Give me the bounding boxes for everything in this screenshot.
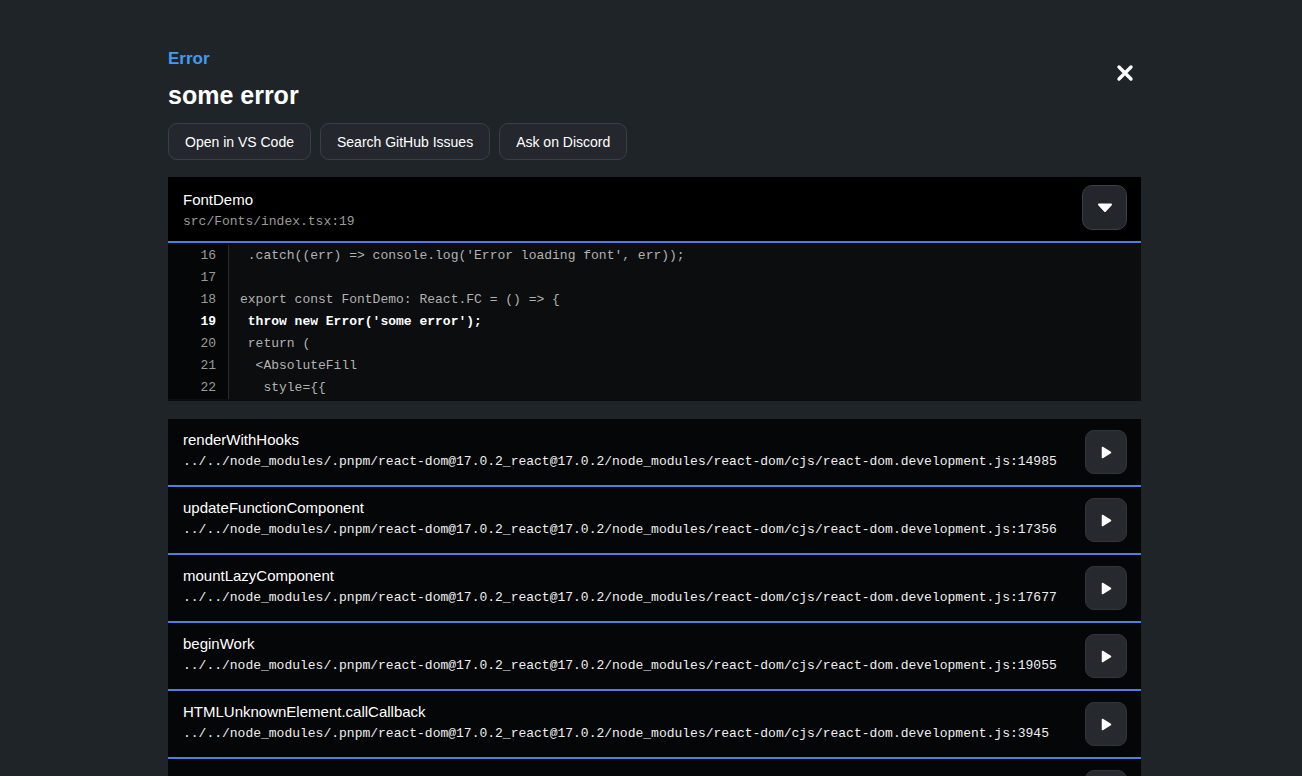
play-icon (1101, 446, 1112, 459)
stack-trace-list: renderWithHooks ../../node_modules/.pnpm… (168, 419, 1141, 776)
stack-frame: renderWithHooks ../../node_modules/.pnpm… (168, 419, 1141, 487)
line-code: export const FontDemo: React.FC = () => … (229, 289, 560, 311)
stack-frame-name: beginWork (183, 636, 1126, 652)
stack-frame (168, 759, 1141, 776)
line-number: 22 (168, 377, 229, 399)
chevron-down-icon (1097, 203, 1113, 212)
stack-frame: updateFunctionComponent ../../node_modul… (168, 487, 1141, 555)
open-in-vs-code-button[interactable]: Open in VS Code (168, 123, 311, 160)
stack-frame-name: mountLazyComponent (183, 568, 1126, 584)
collapse-frame-button[interactable] (1082, 185, 1127, 230)
stack-frame-name: HTMLUnknownElement.callCallback (183, 704, 1126, 720)
stack-frame: beginWork ../../node_modules/.pnpm/react… (168, 623, 1141, 691)
line-code: style={{ (229, 377, 326, 399)
line-number: 18 (168, 289, 229, 311)
line-code: throw new Error('some error'); (229, 311, 482, 333)
code-line: 20 return ( (168, 333, 1141, 355)
code-line: 22 style={{ (168, 377, 1141, 399)
ask-on-discord-button[interactable]: Ask on Discord (499, 123, 627, 160)
line-code: .catch((err) => console.log('Error loadi… (229, 245, 685, 267)
open-frame-button[interactable] (1085, 634, 1127, 678)
stack-frame-name: renderWithHooks (183, 432, 1126, 448)
action-buttons-row: Open in VS Code Search GitHub Issues Ask… (168, 123, 1141, 160)
play-icon (1101, 514, 1112, 527)
open-frame-button[interactable] (1085, 430, 1127, 474)
open-frame-button[interactable] (1085, 498, 1127, 542)
code-line: 16 .catch((err) => console.log('Error lo… (168, 245, 1141, 267)
stack-frame-path: ../../node_modules/.pnpm/react-dom@17.0.… (183, 658, 1126, 673)
line-code (229, 267, 240, 289)
line-number: 19 (168, 311, 229, 333)
code-frame-header: FontDemo src/Fonts/index.tsx:19 (168, 177, 1141, 241)
stack-frame-name: updateFunctionComponent (183, 500, 1126, 516)
code-line: 19 throw new Error('some error'); (168, 311, 1141, 333)
line-number: 16 (168, 245, 229, 267)
open-frame-button[interactable] (1085, 702, 1127, 746)
function-name: FontDemo (183, 192, 1126, 208)
stack-frame-path: ../../node_modules/.pnpm/react-dom@17.0.… (183, 454, 1126, 469)
code-line: 17 (168, 267, 1141, 289)
stack-frame-path: ../../node_modules/.pnpm/react-dom@17.0.… (183, 726, 1126, 741)
close-button[interactable] (1116, 64, 1134, 82)
line-number: 20 (168, 333, 229, 355)
error-message-title: some error (168, 81, 1141, 109)
error-overlay: Error some error Open in VS Code Search … (168, 0, 1141, 776)
code-line: 21 <AbsoluteFill (168, 355, 1141, 377)
error-kind-label: Error (168, 50, 1141, 68)
stack-frame-path: ../../node_modules/.pnpm/react-dom@17.0.… (183, 522, 1126, 537)
play-icon (1101, 718, 1112, 731)
search-github-issues-button[interactable]: Search GitHub Issues (320, 123, 490, 160)
stack-frame: HTMLUnknownElement.callCallback ../../no… (168, 691, 1141, 759)
line-code: <AbsoluteFill (229, 355, 357, 377)
open-frame-button[interactable] (1085, 770, 1127, 776)
open-frame-button[interactable] (1085, 566, 1127, 610)
code-snippet: 16 .catch((err) => console.log('Error lo… (168, 243, 1141, 401)
file-location: src/Fonts/index.tsx:19 (183, 214, 1126, 229)
stack-frame: mountLazyComponent ../../node_modules/.p… (168, 555, 1141, 623)
stack-frame-path: ../../node_modules/.pnpm/react-dom@17.0.… (183, 590, 1126, 605)
play-icon (1101, 582, 1112, 595)
code-frame: FontDemo src/Fonts/index.tsx:19 16 .catc… (168, 177, 1141, 401)
play-icon (1101, 650, 1112, 663)
code-line: 18 export const FontDemo: React.FC = () … (168, 289, 1141, 311)
line-number: 17 (168, 267, 229, 289)
line-number: 21 (168, 355, 229, 377)
close-icon (1116, 64, 1134, 82)
line-code: return ( (229, 333, 310, 355)
